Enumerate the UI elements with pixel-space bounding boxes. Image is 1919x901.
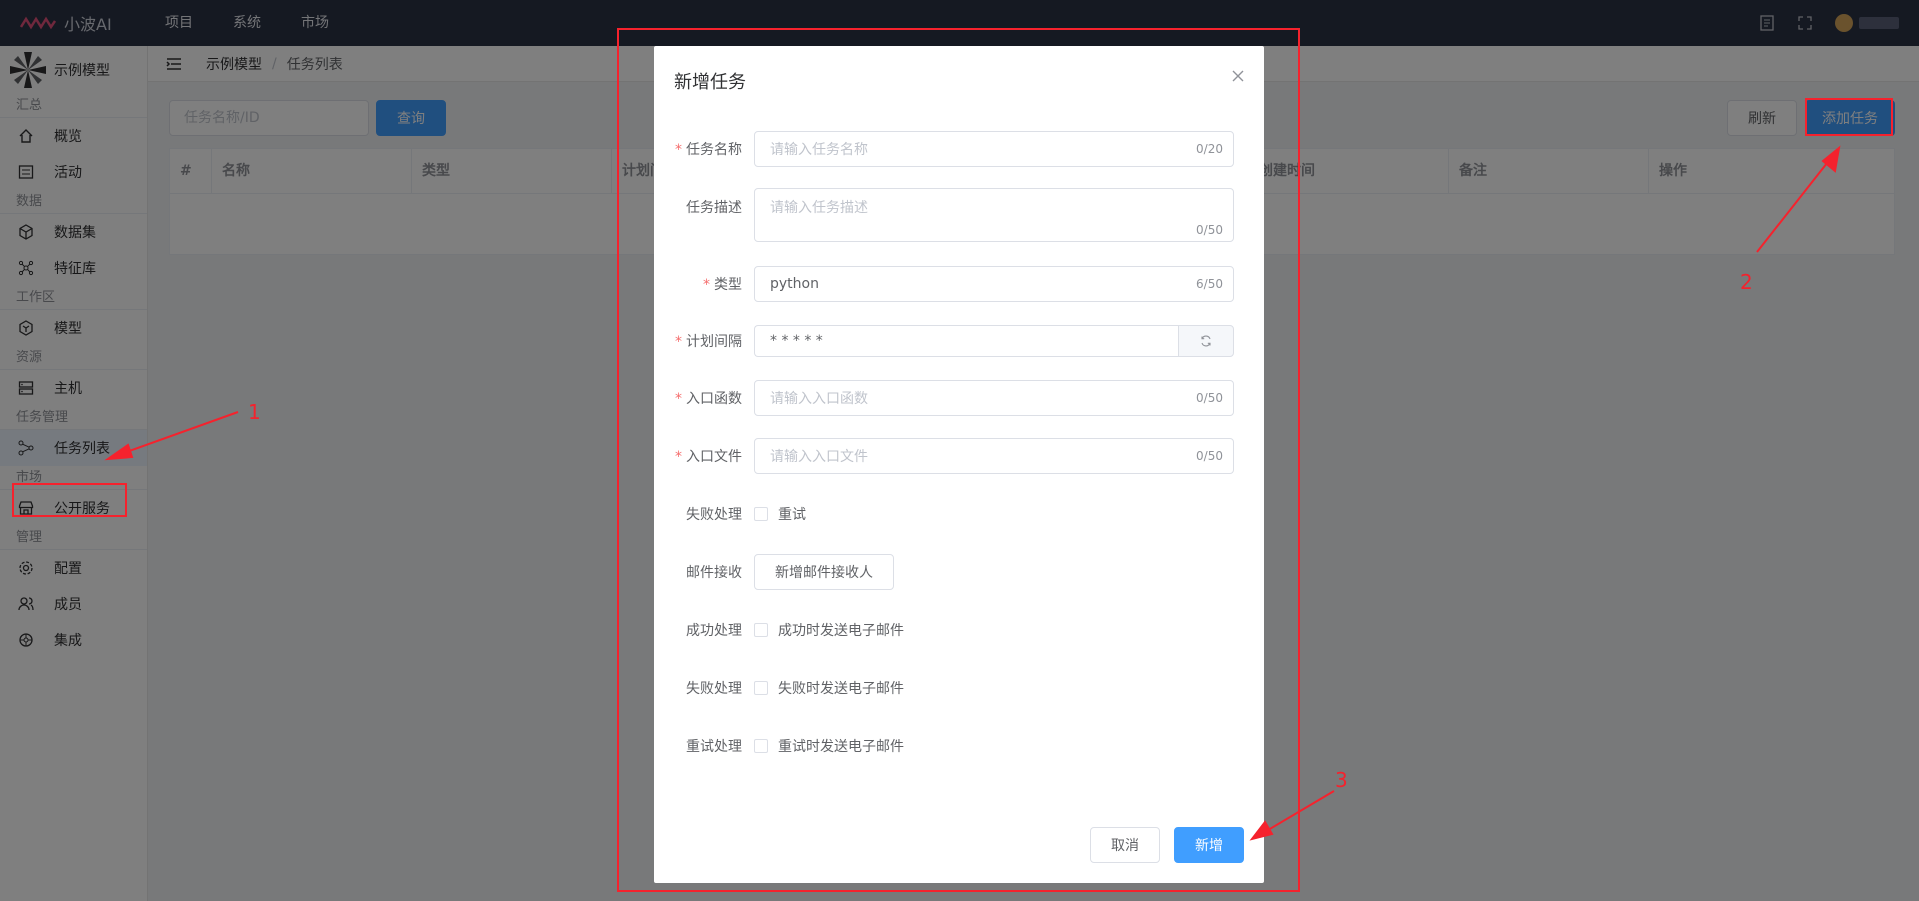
annotation-number-2: 2	[1740, 270, 1753, 294]
annotation-number-1: 1	[248, 400, 261, 424]
annotation-add-button-box	[1805, 98, 1893, 136]
annotation-dialog-box	[617, 28, 1300, 892]
annotation-number-3: 3	[1335, 768, 1348, 792]
annotation-task-list-box	[12, 483, 127, 517]
